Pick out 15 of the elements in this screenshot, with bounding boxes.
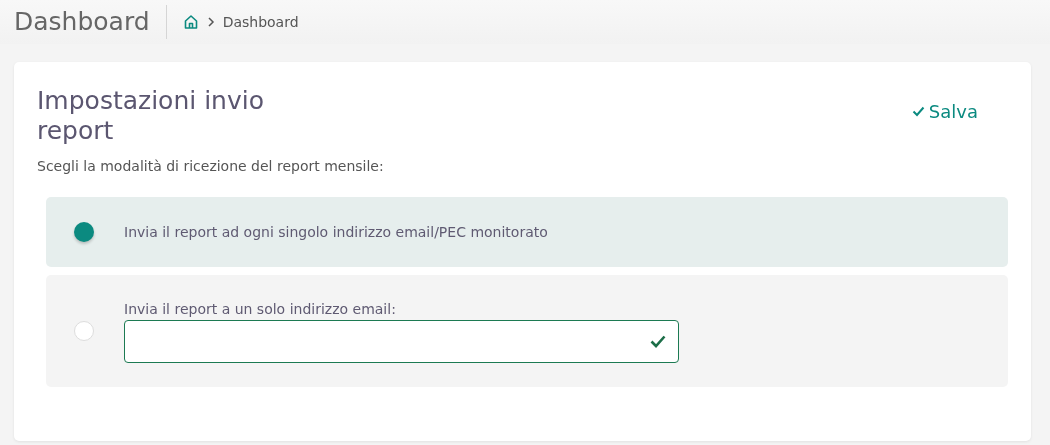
chevron-icon xyxy=(206,17,215,27)
page-title: Dashboard xyxy=(14,5,167,39)
card-title: Impostazioni invio report xyxy=(37,86,265,146)
check-icon xyxy=(911,106,925,117)
option-row[interactable]: Invia il report a un solo indirizzo email: xyxy=(46,275,1008,387)
option-label: Invia il report a un solo indirizzo email: xyxy=(124,300,397,319)
radio-button[interactable] xyxy=(74,222,94,242)
option-row[interactable]: Invia il report ad ogni singolo indirizzo email/PEC monitorato xyxy=(46,197,1008,267)
radio-button[interactable] xyxy=(74,321,94,341)
card-subtitle: Scegli la modalità di ricezione del report mensile: xyxy=(37,157,385,176)
home-icon[interactable] xyxy=(182,14,199,30)
email-field[interactable] xyxy=(124,320,679,363)
breadcrumb-link[interactable]: Dashboard xyxy=(222,11,299,33)
option-label: Invia il report ad ogni singolo indirizzo email/PEC monitorato xyxy=(124,222,548,242)
save-button[interactable]: Salva xyxy=(911,98,978,125)
